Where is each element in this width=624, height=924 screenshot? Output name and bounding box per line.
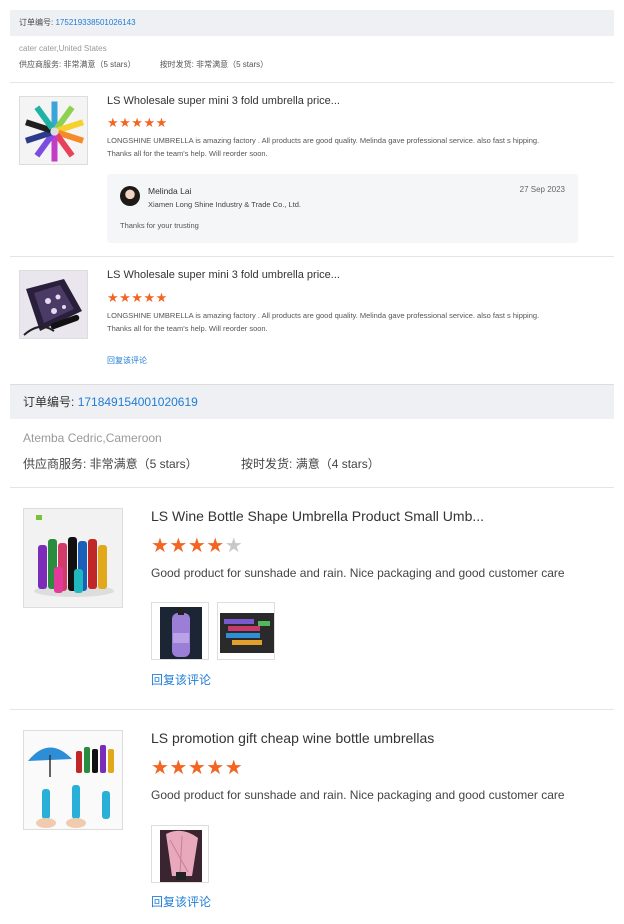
delivery-rating: 按时发货: 非常满意（5 stars） bbox=[159, 60, 269, 69]
product-thumbnail[interactable] bbox=[19, 270, 88, 339]
star-rating: ★★★★★ bbox=[107, 290, 168, 305]
review-text: Good product for sunshade and rain. Nice… bbox=[151, 566, 565, 580]
review-product-title[interactable]: LS Wholesale super mini 3 fold umbrella … bbox=[107, 269, 340, 281]
reply-date: 27 Sep 2023 bbox=[519, 185, 565, 194]
product-thumbnail[interactable] bbox=[23, 730, 123, 830]
reply-to-review-link[interactable]: 回复该评论 bbox=[151, 893, 211, 910]
star-rating-filled: ★★★★★ bbox=[151, 757, 244, 779]
order-number-link[interactable]: 175219338501026143 bbox=[55, 18, 135, 27]
star-rating-empty: ★ bbox=[224, 535, 244, 557]
reply-to-review-link[interactable]: 回复该评论 bbox=[107, 355, 147, 366]
supplier-service-rating: 供应商服务: 非常满意（5 stars） bbox=[19, 60, 136, 69]
star-rating: ★★★★★ bbox=[107, 115, 168, 130]
product-thumbnail[interactable] bbox=[19, 96, 88, 165]
order-header: 订单编号: 175219338501026143 bbox=[10, 10, 614, 36]
star-rating-filled: ★★★★ bbox=[151, 535, 225, 557]
star-rating: ★★★★★ bbox=[151, 758, 243, 778]
divider bbox=[10, 82, 614, 83]
order-header: 订单编号: 171849154001020619 bbox=[10, 384, 614, 419]
reply-author-name: Melinda Lai bbox=[148, 186, 192, 196]
order-number-label: 订单编号: bbox=[19, 18, 54, 27]
review-product-title[interactable]: LS Wine Bottle Shape Umbrella Product Sm… bbox=[151, 508, 484, 524]
review-photo[interactable] bbox=[151, 825, 209, 883]
order-ratings: 供应商服务: 非常满意（5 stars） 按时发货: 满意（4 stars） bbox=[23, 455, 380, 472]
review-text: Good product for sunshade and rain. Nice… bbox=[151, 788, 565, 802]
reply-company: Xiamen Long Shine Industry & Trade Co., … bbox=[148, 200, 302, 209]
review-photo[interactable] bbox=[151, 602, 209, 660]
buyer-location: Atemba Cedric,Cameroon bbox=[23, 431, 162, 445]
buyer-location: cater cater,United States bbox=[19, 44, 107, 53]
product-thumbnail[interactable] bbox=[23, 508, 123, 608]
divider bbox=[10, 709, 614, 710]
reply-text: Thanks for your trusting bbox=[120, 221, 199, 230]
reply-to-review-link[interactable]: 回复该评论 bbox=[151, 671, 211, 688]
avatar bbox=[120, 186, 140, 206]
supplier-service-rating: 供应商服务: 非常满意（5 stars） bbox=[23, 457, 198, 471]
supplier-reply: Melinda Lai Xiamen Long Shine Industry &… bbox=[107, 174, 578, 243]
review-text: LONGSHINE UMBRELLA is amazing factory . … bbox=[107, 136, 540, 158]
order-number-link[interactable]: 171849154001020619 bbox=[78, 395, 198, 409]
review-product-title[interactable]: LS Wholesale super mini 3 fold umbrella … bbox=[107, 95, 340, 107]
review-product-title[interactable]: LS promotion gift cheap wine bottle umbr… bbox=[151, 730, 434, 746]
order-number-label: 订单编号: bbox=[23, 395, 75, 409]
delivery-rating: 按时发货: 满意（4 stars） bbox=[241, 457, 380, 471]
star-rating: ★★★★★ bbox=[151, 536, 243, 556]
divider bbox=[10, 256, 614, 257]
divider bbox=[10, 487, 614, 488]
order-ratings: 供应商服务: 非常满意（5 stars） 按时发货: 非常满意（5 stars） bbox=[19, 59, 268, 70]
review-photo[interactable] bbox=[217, 602, 275, 660]
review-text: LONGSHINE UMBRELLA is amazing factory . … bbox=[107, 311, 540, 333]
